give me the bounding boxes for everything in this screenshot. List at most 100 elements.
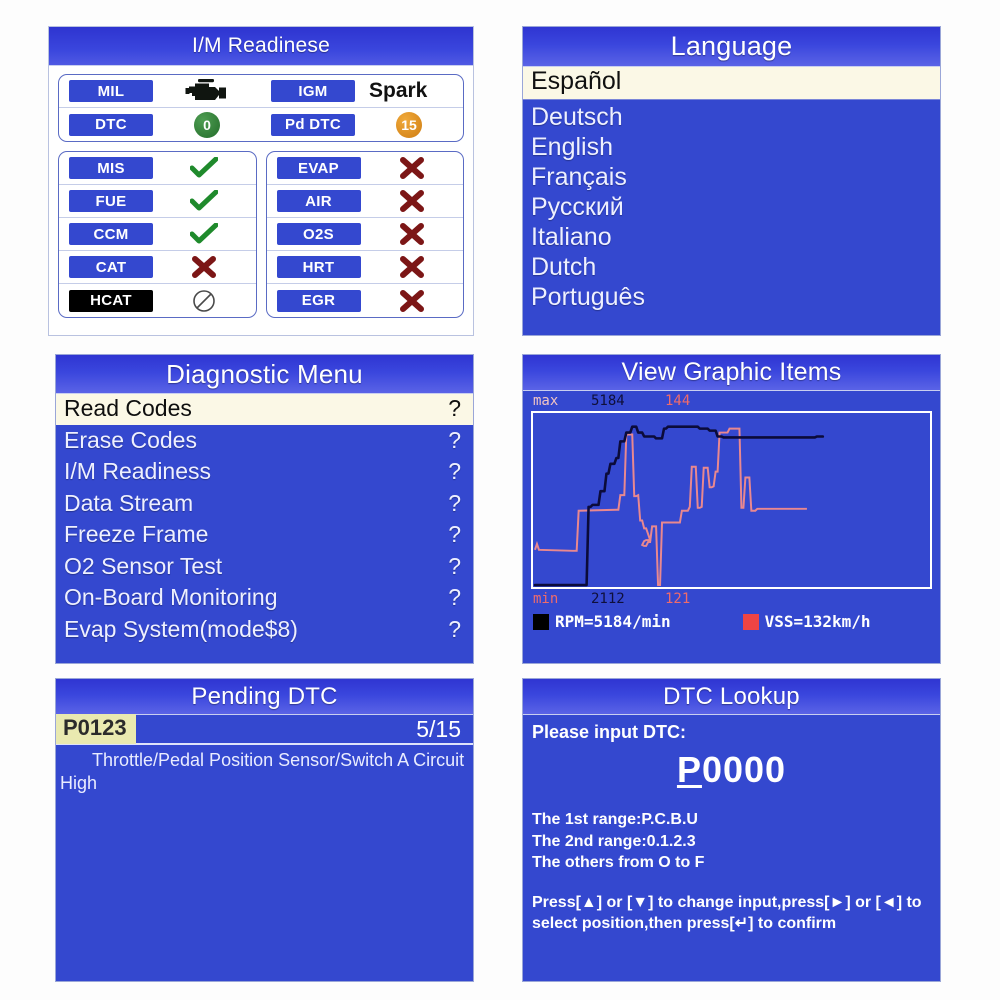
panel-title-im-readiness: I/M Readinese [49,27,473,66]
status-cross-icon [361,190,464,212]
im-chip-dtc[interactable]: DTC [69,113,153,136]
menu-item-label: I/M Readiness [64,458,212,485]
menu-item-marker: ? [448,615,461,642]
im-chip-o2s[interactable]: O2S [276,223,361,245]
status-cross-icon [361,289,464,312]
menu-item-im-readiness[interactable]: I/M Readiness ? [56,456,473,487]
dtc-count-badge: 0 [194,111,220,138]
menu-item-marker: ? [448,458,461,485]
menu-item-label: On-Board Monitoring [64,584,278,611]
im-cell-mil: MIL [59,75,261,107]
status-check-icon [153,223,256,245]
panel-title-diagnostic-menu: Diagnostic Menu [56,355,473,394]
dtc-lookup-input[interactable]: P0000 [523,743,940,791]
dtc-lookup-ranges: The 1st range:P.C.B.U The 2nd range:0.1.… [523,791,940,874]
im-cell-o2s: O2S [267,218,464,250]
dtc-lookup-range-line-1: The 1st range:P.C.B.U [532,811,698,828]
im-chip-mil[interactable]: MIL [69,80,153,102]
graph-legend: RPM=5184/min VSS=132km/h [523,607,940,631]
vss-trace [534,427,807,587]
menu-item-erase-codes[interactable]: Erase Codes ? [56,425,473,456]
menu-item-read-codes[interactable]: Read Codes ? [56,394,473,425]
menu-item-freeze-frame[interactable]: Freeze Frame ? [56,519,473,550]
menu-item-label: Evap System(mode$8) [64,615,298,642]
im-chip-ccm[interactable]: CCM [69,223,153,245]
im-chip-cat[interactable]: CAT [69,256,153,278]
im-chip-mis[interactable]: MIS [69,157,153,179]
pd-dtc-count-badge: 15 [396,111,422,138]
panel-pending-dtc: Pending DTC P0123 5/15 Throttle/Pedal Po… [55,678,474,982]
status-check-icon [153,157,256,179]
menu-item-marker: ? [448,427,461,453]
graph-min-vss-value: 121 [665,591,691,607]
im-readiness-body: MIL IGM Spark DTC 0 Pd DTC 15 MIS FUE CC… [49,66,473,328]
panel-im-readiness: I/M Readinese MIL IGM Spark DTC 0 Pd DTC… [48,26,474,336]
legend-label-rpm: RPM=5184/min [555,612,671,631]
status-cross-icon [361,256,464,278]
panel-diagnostic-menu: Diagnostic Menu Read Codes ? Erase Codes… [55,354,474,664]
im-chip-igm[interactable]: IGM [271,80,355,102]
panel-title-pending-dtc: Pending DTC [56,679,473,715]
status-check-icon [153,190,256,212]
language-item-dutch[interactable]: Dutch [531,252,940,282]
dtc-lookup-range-line-2: The 2nd range:0.1.2.3 [532,832,696,850]
im-cell-dtc: DTC 0 [59,108,261,141]
menu-item-marker: ? [448,489,461,516]
rpm-trace [533,425,825,587]
im-monitor-row: EGR [267,284,464,317]
im-summary-row-1: MIL IGM Spark [59,75,463,108]
panel-view-graphic-items: View Graphic Items max 5184 144 min 2112… [522,354,941,664]
graph-max-label: max [533,393,559,409]
im-monitor-row: CAT [59,251,256,284]
pending-dtc-code-row[interactable]: P0123 5/15 [56,714,473,745]
im-monitor-row: MIS [59,152,256,185]
legend-label-vss: VSS=132km/h [764,612,871,631]
language-selected-item[interactable]: Español [523,67,940,100]
im-cell-egr: EGR [267,284,464,317]
im-chip-air[interactable]: AIR [276,190,361,212]
dtc-lookup-active-char: P [676,749,702,790]
im-value-igm: Spark [369,79,428,102]
im-cell-cat: CAT [59,251,256,283]
dtc-lookup-range-line-3: The others from O to F [532,854,705,872]
im-cell-air: AIR [267,185,464,217]
im-monitor-row: AIR [266,185,464,218]
im-chip-evap[interactable]: EVAP [276,157,361,179]
im-cell-fue: FUE [59,185,256,217]
graph-max-rpm-value: 5184 [591,393,625,409]
status-cross-icon [361,223,464,245]
language-item-russian[interactable]: Русский [531,192,940,222]
im-monitor-box-right: EVAP AIR O2S HRT EGR [265,151,464,318]
menu-item-on-board-monitoring[interactable]: On-Board Monitoring ? [56,582,473,613]
language-item-portugues[interactable]: Português [531,282,940,312]
language-item-english[interactable]: English [531,132,940,162]
language-item-francais[interactable]: Français [531,162,940,192]
im-chip-egr[interactable]: EGR [276,289,361,312]
panel-title-view-graphic-items: View Graphic Items [523,355,940,391]
im-chip-pd-dtc[interactable]: Pd DTC [271,113,355,136]
pending-dtc-counter: 5/15 [416,715,461,742]
language-item-italiano[interactable]: Italiano [531,222,940,252]
pending-dtc-code: P0123 [56,714,136,744]
im-chip-hrt[interactable]: HRT [276,256,361,278]
menu-item-marker: ? [448,395,461,421]
legend-swatch-rpm-icon [533,613,549,630]
graph-plot-area [531,411,932,589]
graph-min-rpm-value: 2112 [591,591,625,607]
im-value-pd-dtc-wrap: 15 [355,111,463,138]
im-cell-igm: IGM Spark [261,75,463,107]
im-cell-mis: MIS [59,152,256,184]
status-not-available-icon [153,289,256,313]
im-chip-hcat[interactable]: HCAT [69,289,153,312]
language-item-deutsch[interactable]: Deutsch [531,102,940,132]
menu-item-o2-sensor-test[interactable]: O2 Sensor Test ? [56,551,473,582]
panel-title-language: Language [523,27,940,67]
panel-language: Language Español Deutsch English Françai… [522,26,941,336]
graph-min-label: min [533,591,559,607]
im-cell-hrt: HRT [267,251,464,283]
status-cross-icon [153,256,256,278]
menu-item-evap-system[interactable]: Evap System(mode$8) ? [56,614,473,645]
menu-item-data-stream[interactable]: Data Stream ? [56,488,473,519]
im-value-dtc-wrap: 0 [153,111,261,138]
im-chip-fue[interactable]: FUE [69,190,153,212]
